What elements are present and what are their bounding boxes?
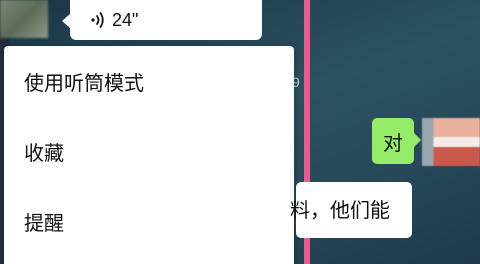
incoming-message-text: 料，他们能 bbox=[290, 198, 390, 222]
menu-item-earpiece-mode[interactable]: 使用听筒模式 bbox=[4, 46, 294, 116]
avatar[interactable] bbox=[422, 118, 480, 166]
chat-screen: 24" 9 使用听筒模式 收藏 提醒 对 料，他们能 bbox=[0, 0, 480, 264]
voice-duration: 24" bbox=[112, 9, 139, 30]
avatar[interactable] bbox=[0, 0, 48, 38]
menu-item-remind[interactable]: 提醒 bbox=[4, 186, 294, 256]
incoming-message-bubble[interactable]: 料，他们能 bbox=[290, 182, 412, 238]
voice-message-bubble[interactable]: 24" bbox=[62, 0, 262, 40]
outgoing-message-text: 对 bbox=[383, 130, 403, 155]
menu-item-favorite[interactable]: 收藏 bbox=[4, 116, 294, 186]
menu-item-label: 收藏 bbox=[24, 140, 64, 165]
menu-item-label: 使用听筒模式 bbox=[24, 70, 144, 95]
context-menu: 使用听筒模式 收藏 提醒 bbox=[4, 46, 294, 264]
voice-wave-icon bbox=[91, 12, 104, 28]
outgoing-message-bubble[interactable]: 对 bbox=[372, 118, 421, 164]
menu-item-label: 提醒 bbox=[24, 210, 64, 235]
